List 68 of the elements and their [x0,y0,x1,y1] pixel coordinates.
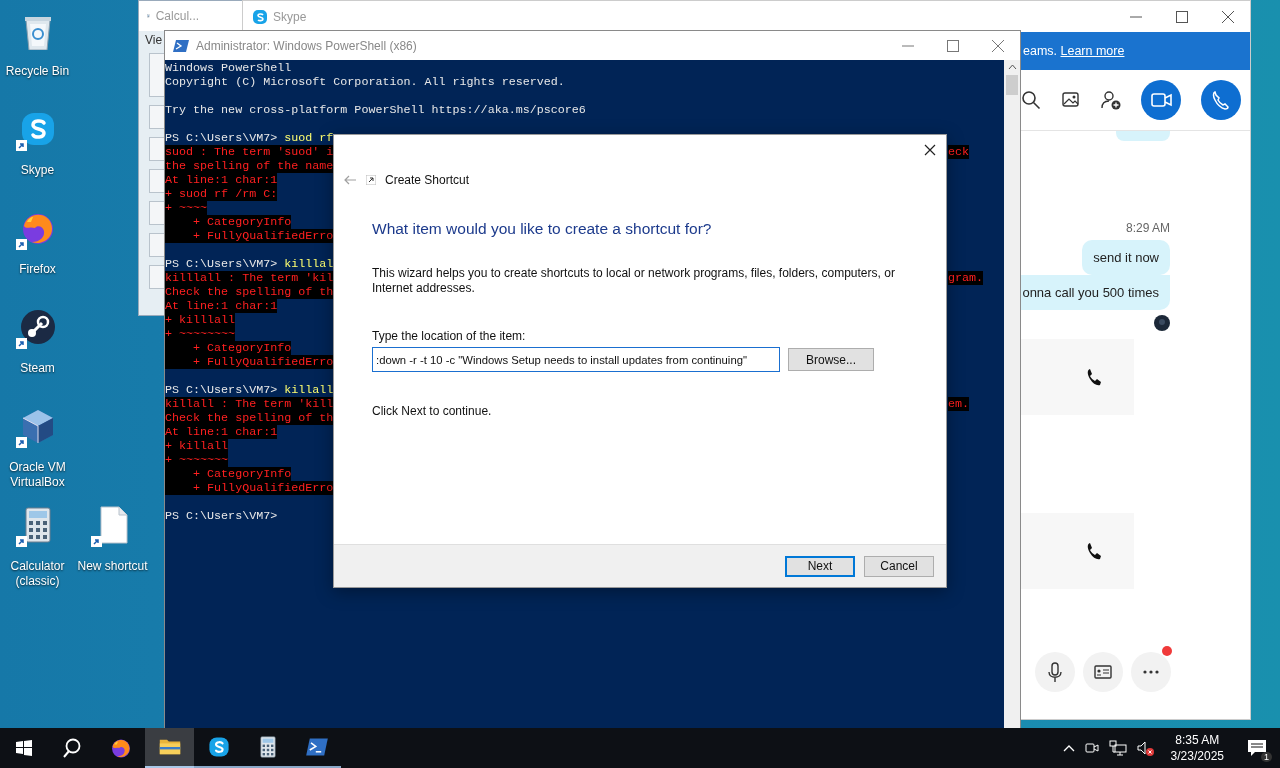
search-icon[interactable] [1021,90,1041,110]
clock-time[interactable]: 8:35 AM [1170,732,1224,748]
desktop-icon-label[interactable]: Calculator (classic) [0,559,75,589]
window-title: Administrator: Windows PowerShell (x86) [196,38,417,53]
more-options-icon[interactable] [1131,652,1171,692]
chat-logo-icon [206,735,231,759]
back-arrow-icon[interactable] [343,175,357,185]
maximize-icon[interactable] [1176,10,1188,23]
banner-text: eams. [1023,44,1059,58]
console-prompt: PS C:\Users\VM7> [165,131,279,145]
phone-icon [1086,368,1104,386]
camera-icon[interactable] [1084,740,1099,756]
dialog-button[interactable]: Cancel [864,555,934,577]
scroll-up-icon[interactable] [1007,64,1017,70]
image-icon[interactable] [1061,90,1081,110]
maximize-icon[interactable] [947,39,959,52]
window-title: Calcul... [155,9,200,23]
console-command: suod rf [284,131,334,145]
windows-logo-icon [16,740,32,756]
video-call-icon[interactable] [1141,80,1181,120]
desktop-icon-label[interactable]: Steam [0,361,75,376]
scrollbar[interactable] [1004,60,1020,729]
desktop-icon-label[interactable]: Oracle VM VirtualBox [0,460,75,490]
console-prompt: PS C:\Users\VM7> [165,509,279,523]
console-command: killall [284,383,334,397]
microphone-icon[interactable] [1035,652,1075,692]
console-prompt: PS C:\Users\VM7> [165,383,279,397]
dialog-title: Create Shortcut [385,173,470,187]
phone-call-icon[interactable] [1201,80,1241,120]
message-time: 8:29 AM [1125,221,1170,235]
message-bubble: send it now [1082,240,1170,275]
desktop-icon-label[interactable]: Skype [0,163,75,178]
network-icon[interactable] [1108,740,1127,756]
search-icon [62,738,82,758]
console-line: Try the new cross-platform PowerShell https://aka.ms/pscore6 [165,103,586,117]
scrollbar-thumb[interactable] [1006,75,1018,95]
console-prompt: PS C:\Users\VM7> [165,257,279,271]
browse-button[interactable]: Browse... [788,348,874,371]
avatar-icon [1154,315,1170,331]
chevron-up-icon[interactable] [1062,744,1075,752]
field-label: Type the location of the item: [372,329,527,343]
description-text: This wizard helps you to create shortcuts to local or network programs, files, folders, computers, or Internet addresses. [372,266,896,296]
close-icon[interactable] [924,144,936,156]
desktop-icon-label[interactable]: Recycle Bin [0,64,75,79]
console-line: Copyright (C) Microsoft Corporation. All rights reserved. [165,75,565,89]
instruction-text: Click Next to continue. [372,404,493,418]
desktop-icon-label[interactable]: New shortcut [75,559,150,574]
shortcut-arrow-icon [366,175,376,185]
terminal-icon [173,38,189,53]
taskbar-app[interactable] [145,728,194,768]
window-title: Skype [273,9,307,24]
clock-date[interactable]: 3/23/2025 [1170,748,1224,764]
phone-icon [1086,542,1104,560]
console-line: Windows PowerShell [165,61,292,75]
volume-muted-icon[interactable] [1136,740,1155,756]
menu-item[interactable]: Vie [145,33,163,47]
location-field[interactable]: :down -r -t 10 -c "Windows Setup needs to install updates from continuing" [372,347,780,372]
console-command: killlal [284,257,334,271]
add-person-icon[interactable] [1101,90,1121,110]
chat-logo-icon [253,9,267,24]
message-bubble [1116,131,1170,141]
dialog-button[interactable]: Next [785,555,855,577]
desktop-icon-label[interactable]: Firefox [0,262,75,277]
close-icon[interactable] [1222,10,1234,23]
dialog-heading: What item would you like to create a shortcut for? [372,220,713,238]
notification-count: 1 [1261,752,1272,762]
contact-card-icon[interactable] [1083,652,1123,692]
learn-more-link[interactable]: Learn more [1060,44,1125,58]
